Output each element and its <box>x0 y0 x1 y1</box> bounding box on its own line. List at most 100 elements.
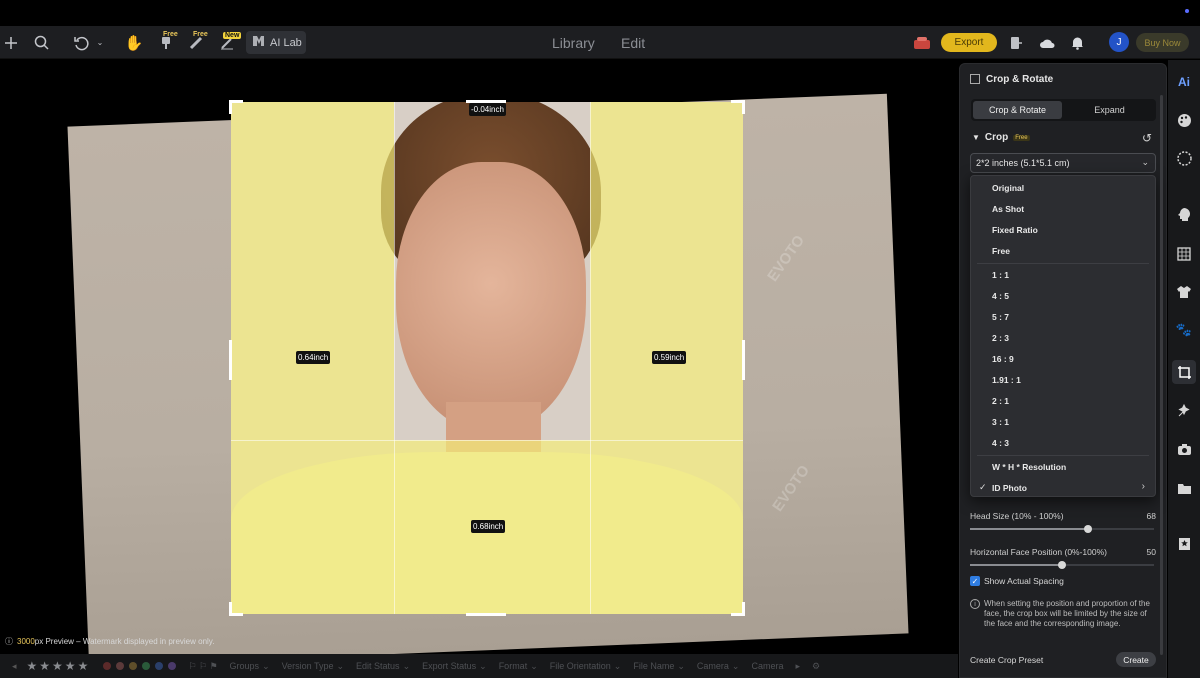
folder-icon[interactable] <box>1176 480 1192 496</box>
filter-file-orientation[interactable]: File Orientation ⌄ <box>550 661 622 672</box>
crop-section-header[interactable]: ▼ Crop Free <box>972 132 1030 143</box>
ratio-option[interactable]: 5 : 7 <box>971 307 1155 327</box>
ratio-option[interactable]: 4 : 3 <box>971 433 1155 453</box>
crop-handle-bottom-left[interactable] <box>229 602 243 616</box>
tab-library[interactable]: Library <box>552 35 595 51</box>
color-label-dot[interactable] <box>155 662 164 670</box>
tab-expand[interactable]: Expand <box>1065 101 1154 119</box>
ratio-option[interactable]: 2 : 1 <box>971 391 1155 411</box>
reset-icon[interactable]: ↺ <box>1142 131 1152 145</box>
filter-groups[interactable]: Groups ⌄ <box>230 661 270 672</box>
ratio-option[interactable]: 1 : 1 <box>971 265 1155 285</box>
rating-stars[interactable]: ★★★★★ <box>27 659 91 673</box>
image-canvas[interactable]: EVOTO EVOTO EVOTO EVOTO -0.04inch 0.64in… <box>0 60 955 654</box>
filter-format[interactable]: Format ⌄ <box>499 661 538 672</box>
ratio-option[interactable]: Original <box>971 178 1155 198</box>
free-badge: Free <box>193 31 208 38</box>
ratio-option[interactable]: 3 : 1 <box>971 412 1155 432</box>
ai-icon[interactable]: Ai <box>1176 74 1192 90</box>
crop-handle-bottom-right[interactable] <box>731 602 745 616</box>
head-size-slider[interactable] <box>970 525 1154 533</box>
flag-icons[interactable]: ⚐ ⚐ ⚑ <box>188 661 217 672</box>
retouch-icon[interactable] <box>1176 402 1192 418</box>
filter-edit-status[interactable]: Edit Status ⌄ <box>356 661 410 672</box>
paw-icon[interactable]: 🐾 <box>1176 322 1192 338</box>
crop-rotate-icon <box>970 74 980 84</box>
new-badge: New <box>223 32 242 39</box>
color-label-dot[interactable] <box>129 662 138 670</box>
palette-icon[interactable] <box>1176 112 1192 128</box>
shirt-icon[interactable] <box>1176 284 1192 300</box>
color-label-dot[interactable] <box>116 662 125 670</box>
color-label-dot[interactable] <box>142 662 151 670</box>
undo-icon[interactable] <box>72 26 90 59</box>
ratio-option[interactable]: As Shot <box>971 199 1155 219</box>
ratio-select[interactable]: 2*2 inches (5.1*5.1 cm) ⌄ <box>970 153 1156 173</box>
panel-title: Crop & Rotate <box>986 74 1054 85</box>
ratio-option[interactable]: ID Photo <box>971 478 1155 498</box>
slider-thumb[interactable] <box>1083 525 1092 533</box>
create-preset-button[interactable]: Create <box>1116 652 1156 667</box>
compare-icon[interactable] <box>1008 26 1024 59</box>
crop-handle-bottom[interactable] <box>466 613 506 616</box>
filter-camera[interactable]: Camera ⌄ <box>697 661 740 672</box>
prev-arrow-icon[interactable]: ◂ <box>12 661 17 672</box>
grid-icon[interactable] <box>1176 246 1192 262</box>
face-position-slider[interactable] <box>970 561 1154 569</box>
buy-now-button[interactable]: Buy Now <box>1136 33 1189 52</box>
tab-edit[interactable]: Edit <box>621 35 645 51</box>
slider-thumb[interactable] <box>1058 561 1066 569</box>
ratio-option[interactable]: W * H * Resolution <box>971 457 1155 477</box>
settings-icon[interactable]: ⚙ <box>812 661 820 672</box>
next-arrow-icon[interactable]: ▸ <box>795 661 800 672</box>
texture-icon[interactable] <box>1176 150 1192 166</box>
ratio-option[interactable]: 1.91 : 1 <box>971 370 1155 390</box>
ratio-option[interactable]: 4 : 5 <box>971 286 1155 306</box>
export-button[interactable]: Export <box>941 33 997 52</box>
tab-crop-rotate[interactable]: Crop & Rotate <box>973 101 1062 119</box>
color-label-dot[interactable] <box>168 662 177 670</box>
ratio-option[interactable]: Free <box>971 241 1155 261</box>
filter-bar: ◂ ★★★★★ ⚐ ⚐ ⚑ Groups ⌄ Version Type ⌄ Ed… <box>0 654 958 678</box>
gift-icon[interactable] <box>912 26 932 59</box>
filter-file-name[interactable]: File Name ⌄ <box>633 661 685 672</box>
check-icon: ✓ <box>979 482 987 492</box>
bookmark-star-icon[interactable] <box>1176 536 1192 552</box>
plus-icon[interactable] <box>3 26 19 59</box>
crop-handle-top-left[interactable] <box>229 100 243 114</box>
crop-handle-left[interactable] <box>229 340 232 380</box>
info-icon: i <box>970 599 980 609</box>
color-label-dot[interactable] <box>103 662 112 670</box>
camera-icon[interactable] <box>1176 441 1192 457</box>
filter-camera-2[interactable]: Camera <box>751 661 783 671</box>
info-icon: ⓘ <box>5 637 13 646</box>
pen-new-icon[interactable]: New <box>218 26 242 59</box>
head-icon[interactable] <box>1176 206 1192 222</box>
ratio-option[interactable]: 2 : 3 <box>971 328 1155 348</box>
measure-right: 0.59inch <box>652 351 687 364</box>
crop-handle-right[interactable] <box>742 340 745 380</box>
crop-rotate-icon[interactable] <box>1176 364 1192 380</box>
ratio-select-value: 2*2 inches (5.1*5.1 cm) <box>976 158 1070 168</box>
ratio-option[interactable]: Fixed Ratio <box>971 220 1155 240</box>
avatar[interactable]: J <box>1109 32 1129 52</box>
brush-free-icon[interactable]: Free <box>158 26 178 59</box>
collapse-triangle-icon: ▼ <box>972 133 980 142</box>
eraser-free-icon[interactable]: Free <box>188 26 208 59</box>
head-size-value: 68 <box>1146 511 1156 521</box>
cloud-icon[interactable] <box>1038 26 1056 59</box>
bell-icon[interactable] <box>1069 26 1085 59</box>
head-size-label: Head Size (10% - 100%) <box>970 511 1064 521</box>
show-spacing-checkbox[interactable]: ✓ <box>970 576 980 586</box>
top-toolbar: ⌄ ✋ Free Free New AI Lab Library Edit Ex… <box>0 26 1200 59</box>
filter-version-type[interactable]: Version Type ⌄ <box>282 661 344 672</box>
ai-lab-button[interactable]: AI Lab <box>246 31 306 54</box>
search-icon[interactable] <box>32 26 50 59</box>
hand-icon[interactable]: ✋ <box>125 26 144 59</box>
crop-handle-top-right[interactable] <box>731 100 745 114</box>
filter-export-status[interactable]: Export Status ⌄ <box>422 661 487 672</box>
panel-scrollbar[interactable] <box>1160 95 1163 655</box>
ratio-option[interactable]: 16 : 9 <box>971 349 1155 369</box>
chevron-down-icon[interactable]: ⌄ <box>95 26 105 59</box>
free-badge: Free <box>1013 134 1030 141</box>
